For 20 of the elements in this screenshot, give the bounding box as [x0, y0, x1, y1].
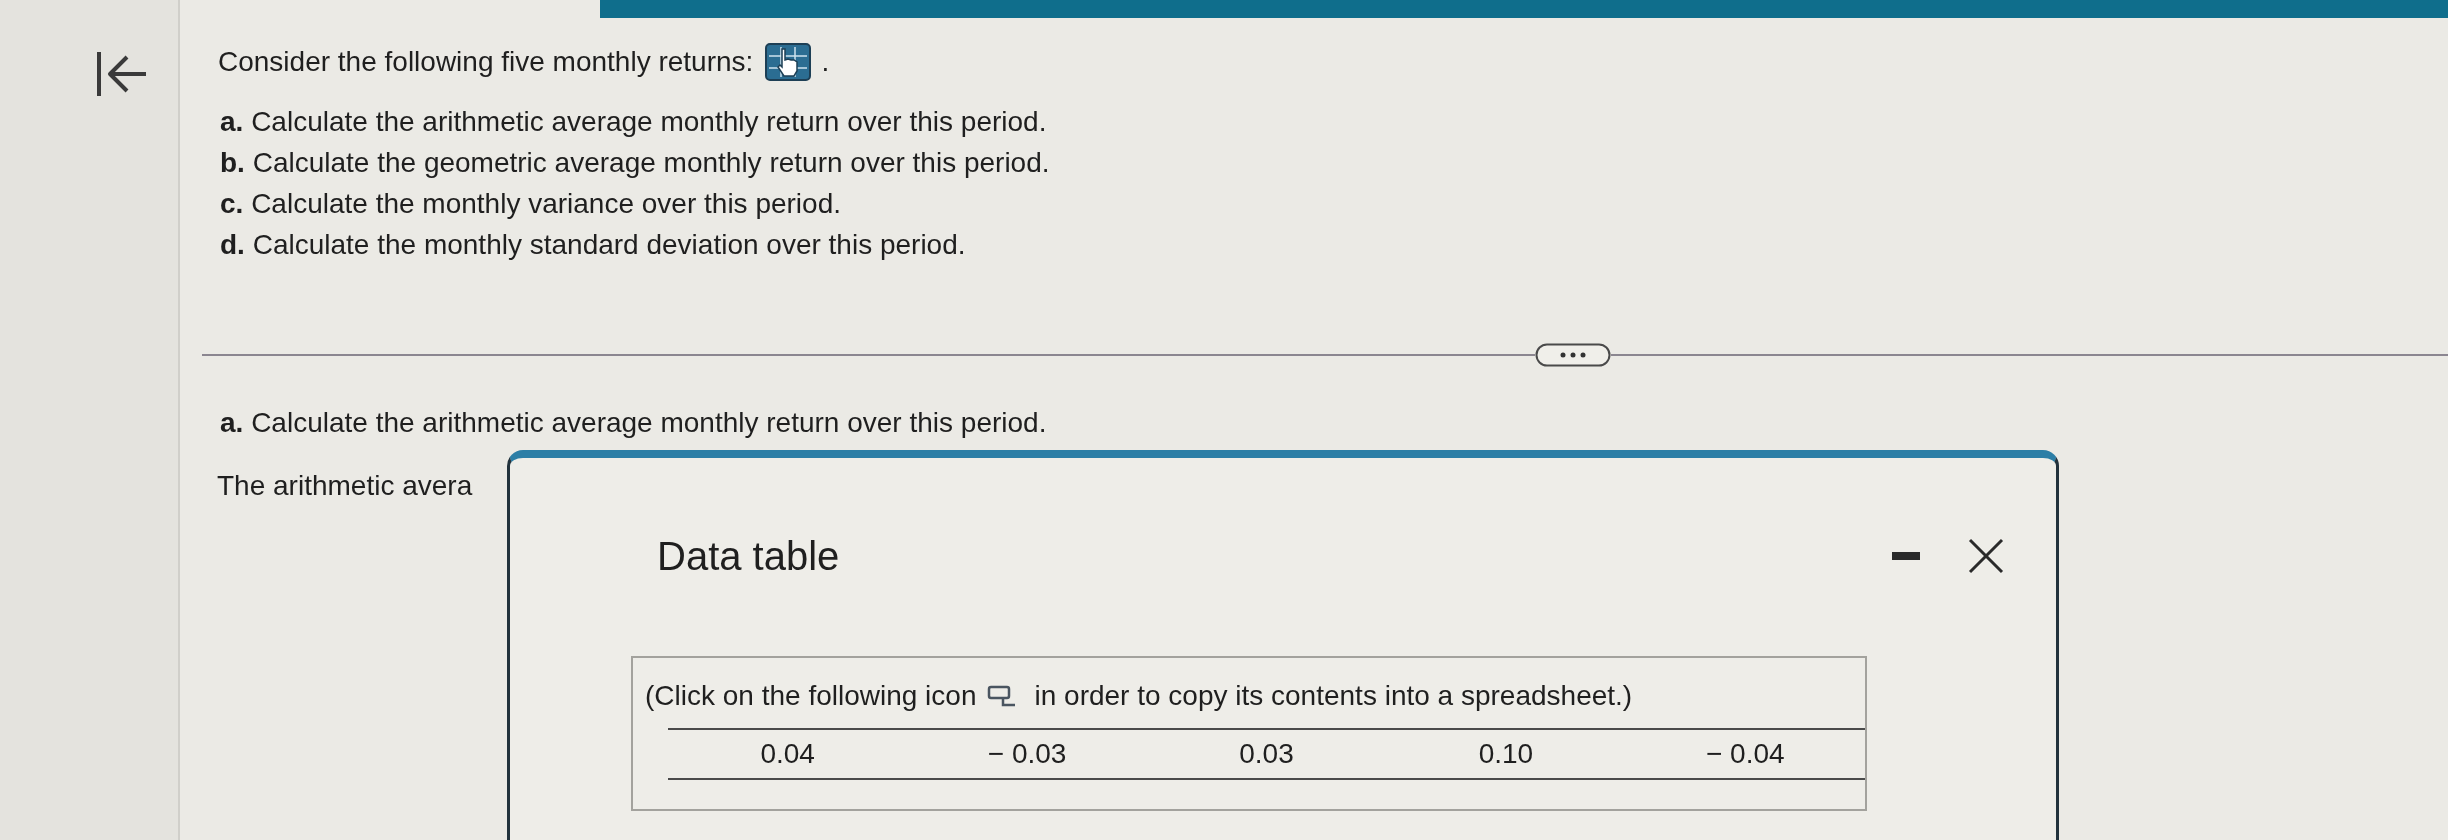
table-cell-text: 0.04	[760, 737, 815, 771]
close-icon[interactable]	[1968, 538, 2004, 574]
table-cell-text: 0.10	[1478, 737, 1534, 771]
answer-prompt: The arithmetic avera	[217, 470, 473, 501]
copy-icon[interactable]	[986, 685, 1017, 707]
instruction-text: in order to copy its contents into a spreadsheet.)	[1034, 679, 1633, 713]
question-intro-period: .	[821, 45, 830, 79]
question-part: c. Calculate the monthly variance over this period.	[220, 187, 841, 221]
instruction-text: (Click on the following icon	[645, 679, 977, 713]
question-part: a. Calculate the arithmetic average monthly return over this period.	[220, 105, 1047, 139]
hand-cursor-icon[interactable]	[765, 43, 812, 81]
table-cell-text: 0.03	[1239, 737, 1294, 771]
question-part: d. Calculate the monthly standard deviation over this period.	[220, 228, 966, 262]
more-icon[interactable]	[1535, 343, 1611, 367]
table-cell-text: − 0.03	[987, 737, 1067, 771]
answer-heading: a. Calculate the arithmetic average monthly return over this period.	[220, 406, 1047, 440]
question-intro: Consider the following five monthly returns:	[218, 45, 754, 79]
question-part: b. Calculate the geometric average monthly return over this period.	[220, 146, 1050, 180]
dialog-title: Data table	[657, 533, 840, 580]
table-cell-text: − 0.04	[1705, 737, 1785, 771]
